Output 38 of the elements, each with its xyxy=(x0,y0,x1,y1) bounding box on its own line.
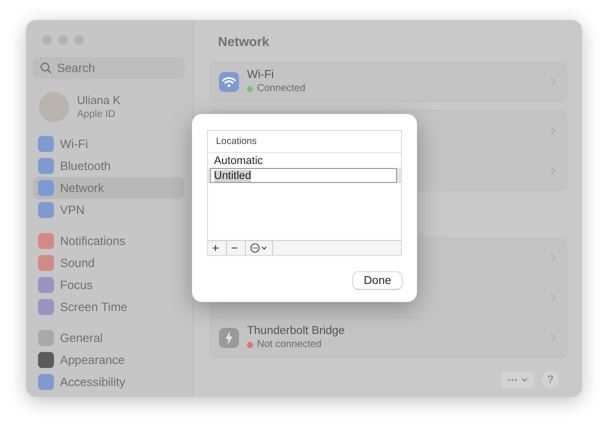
sidebar-item[interactable]: Screen Time xyxy=(33,296,184,318)
location-item[interactable]: Automatic xyxy=(208,153,401,168)
chevron-icon[interactable] xyxy=(550,166,556,176)
toolbar-button[interactable]: + xyxy=(208,241,227,255)
service-name: Wi-Fi xyxy=(247,69,275,81)
chevron-icon[interactable] xyxy=(550,332,556,342)
more-icon xyxy=(506,376,528,382)
search-field[interactable]: Search xyxy=(33,57,185,79)
account-name: Uliana K xyxy=(77,94,120,106)
sidebar-item[interactable]: Sound xyxy=(33,252,184,274)
toolbar-button[interactable]: − xyxy=(227,241,246,255)
wifi-icon xyxy=(219,72,239,92)
sidebar-item[interactable]: Network xyxy=(33,177,184,199)
service-name: Thunderbolt Bridge xyxy=(247,325,346,337)
chevron-icon[interactable] xyxy=(550,126,556,136)
status-text: Not connected xyxy=(257,339,322,350)
sidebar-item[interactable]: Bluetooth xyxy=(33,155,184,177)
sidebar-item[interactable]: Wi-Fi xyxy=(33,133,184,155)
chevron-icon[interactable] xyxy=(550,76,556,86)
sidebar-item[interactable]: General xyxy=(33,327,184,349)
search-icon xyxy=(40,62,52,74)
sidebar-item[interactable]: VPN xyxy=(33,199,184,221)
status-text: Connected xyxy=(257,83,306,94)
more-menu-button[interactable] xyxy=(501,372,534,388)
sidebar-item[interactable]: Focus xyxy=(33,274,184,296)
sidebar-item[interactable]: Accessibility xyxy=(33,371,184,393)
done-button[interactable]: Done xyxy=(353,272,402,289)
sidebar-item[interactable]: Notifications xyxy=(33,230,184,252)
chevron-icon[interactable] xyxy=(550,252,556,262)
name-field[interactable]: Untitled xyxy=(210,168,397,183)
help-button[interactable]: ? xyxy=(542,371,559,388)
lightning-icon xyxy=(219,328,239,348)
avatar[interactable] xyxy=(39,92,69,122)
sidebar-item[interactable]: Appearance xyxy=(33,349,184,371)
column-header: Locations xyxy=(208,131,401,153)
chevron-icon[interactable] xyxy=(550,292,556,302)
pane-title: Network xyxy=(218,34,270,49)
account-subtitle: Apple ID xyxy=(77,108,116,120)
